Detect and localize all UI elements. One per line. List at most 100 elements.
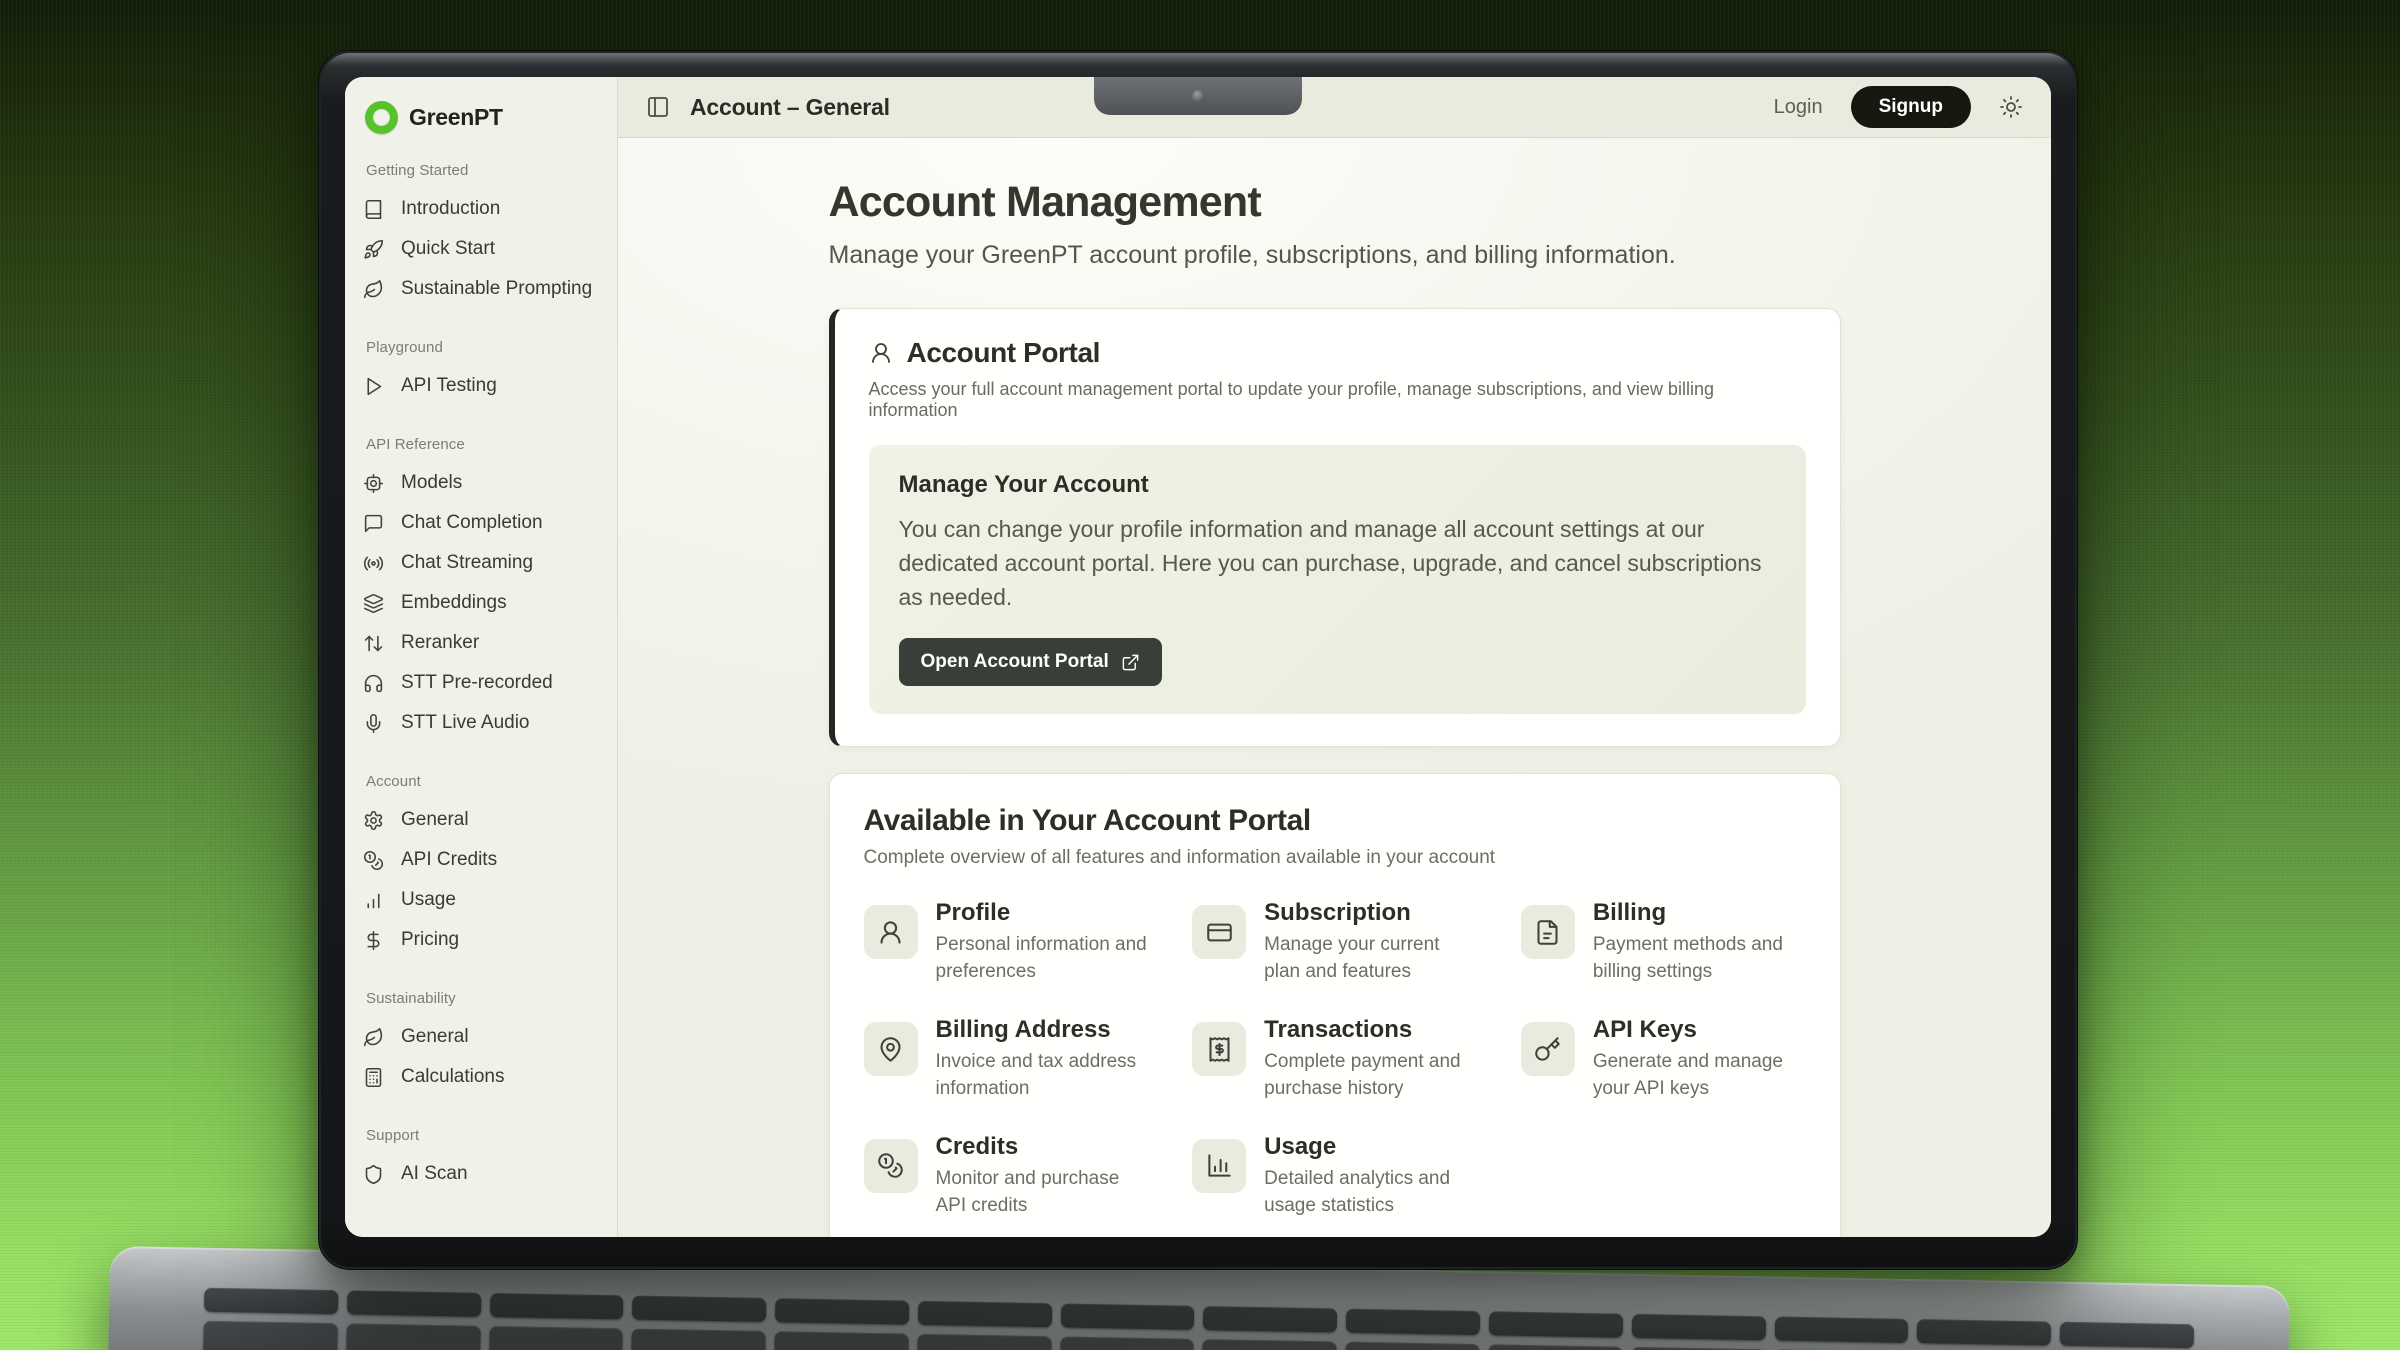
shield-icon <box>363 1164 384 1185</box>
sidebar-item-label: Introduction <box>401 198 500 220</box>
feature-title: Subscription <box>1264 899 1477 927</box>
keyboard-key <box>203 1321 338 1350</box>
calculator-icon <box>363 1067 384 1088</box>
headphones-icon <box>363 673 384 694</box>
sidebar-item-chat-streaming[interactable]: Chat Streaming <box>363 543 599 583</box>
sidebar-item-quick-start[interactable]: Quick Start <box>363 229 599 269</box>
feature-description: Personal information and preferences <box>936 932 1149 986</box>
sidebar-toggle-icon[interactable] <box>646 95 670 119</box>
feature-subscription: Subscription Manage your current plan and… <box>1192 899 1477 986</box>
mic-icon <box>363 713 384 734</box>
layers-icon <box>363 593 384 614</box>
sidebar-item-label: API Testing <box>401 375 497 397</box>
keyboard-key <box>1488 1344 1623 1350</box>
desktop-background: GreenPT Getting StartedIntroductionQuick… <box>0 0 2400 1350</box>
feature-billing-address: Billing Address Invoice and tax address i… <box>864 1016 1149 1103</box>
sidebar-item-label: STT Live Audio <box>401 712 530 734</box>
leaf-icon <box>363 1027 384 1048</box>
feature-description: Detailed analytics and usage statistics <box>1264 1166 1477 1220</box>
feature-title: Profile <box>936 899 1149 927</box>
keyboard-key <box>775 1298 909 1324</box>
sidebar-item-label: Reranker <box>401 632 479 654</box>
sidebar-item-chat-completion[interactable]: Chat Completion <box>363 503 599 543</box>
laptop-mockup: GreenPT Getting StartedIntroductionQuick… <box>0 0 2400 1350</box>
sidebar-item-label: API Credits <box>401 849 497 871</box>
sidebar-item-stt-pre-recorded[interactable]: STT Pre-recorded <box>363 663 599 703</box>
keyboard-key <box>490 1293 624 1319</box>
play-icon <box>363 376 384 397</box>
sidebar-item-api-credits[interactable]: API Credits <box>363 840 599 880</box>
keyboard-key <box>1203 1306 1337 1332</box>
content-area: Account Management Manage your GreenPT a… <box>618 138 2051 1237</box>
sidebar-item-api-testing[interactable]: API Testing <box>363 366 599 406</box>
sidebar-item-label: STT Pre-recorded <box>401 672 553 694</box>
book-icon <box>363 199 384 220</box>
open-account-portal-button[interactable]: Open Account Portal <box>899 638 1162 686</box>
keyboard-key <box>1346 1309 1480 1335</box>
sidebar-section-label: Account <box>366 773 599 790</box>
sidebar-item-stt-live-audio[interactable]: STT Live Audio <box>363 703 599 743</box>
sidebar-item-models[interactable]: Models <box>363 463 599 503</box>
feature-description: Manage your current plan and features <box>1264 932 1477 986</box>
keyboard-key <box>632 1296 766 1322</box>
signup-button[interactable]: Signup <box>1851 86 1971 128</box>
sidebar-section-sustainability: SustainabilityGeneralCalculations <box>363 990 599 1097</box>
feature-title: Billing Address <box>936 1016 1149 1044</box>
page-title: Account – General <box>690 94 890 121</box>
sidebar-item-calculations[interactable]: Calculations <box>363 1057 599 1097</box>
sidebar-item-sustainable-prompting[interactable]: Sustainable Prompting <box>363 269 599 309</box>
keyboard-key <box>774 1331 909 1350</box>
sidebar-item-label: Pricing <box>401 929 459 951</box>
sidebar-item-label: Sustainable Prompting <box>401 278 592 300</box>
keyboard-key <box>917 1334 1052 1350</box>
sidebar-item-label: Chat Streaming <box>401 552 533 574</box>
manage-account-body: You can change your profile information … <box>899 512 1776 614</box>
sidebar-item-reranker[interactable]: Reranker <box>363 623 599 663</box>
theme-toggle-icon[interactable] <box>1999 95 2023 119</box>
key-icon <box>1521 1022 1575 1076</box>
brand[interactable]: GreenPT <box>365 101 599 134</box>
receipt-icon <box>1192 1022 1246 1076</box>
keyboard-key <box>1202 1339 1337 1350</box>
feature-description: Generate and manage your API keys <box>1593 1049 1806 1103</box>
login-link[interactable]: Login <box>1774 96 1823 119</box>
laptop-keyboard <box>201 1288 2194 1350</box>
file-text-icon <box>1521 905 1575 959</box>
keyboard-key <box>1345 1342 1480 1350</box>
chat-bubble-icon <box>363 513 384 534</box>
keyboard-key <box>1489 1311 1623 1337</box>
chip-icon <box>363 473 384 494</box>
coins-icon <box>363 850 384 871</box>
keyboard-key <box>1917 1319 2051 1345</box>
features-card-subtitle: Complete overview of all features and in… <box>864 847 1806 869</box>
keyboard-key <box>631 1329 766 1350</box>
sidebar-section-label: API Reference <box>366 436 599 453</box>
page-heading: Account Management <box>829 178 1841 227</box>
sidebar: GreenPT Getting StartedIntroductionQuick… <box>345 77 618 1237</box>
manage-account-title: Manage Your Account <box>899 471 1776 499</box>
sidebar-item-usage[interactable]: Usage <box>363 880 599 920</box>
feature-description: Complete payment and purchase history <box>1264 1049 1477 1103</box>
sidebar-item-label: AI Scan <box>401 1163 468 1185</box>
sidebar-item-pricing[interactable]: Pricing <box>363 920 599 960</box>
greenpt-logo-icon <box>365 101 398 134</box>
features-card-title: Available in Your Account Portal <box>864 804 1806 838</box>
keyboard-key <box>347 1290 481 1316</box>
sidebar-item-general[interactable]: General <box>363 800 599 840</box>
sidebar-item-general[interactable]: General <box>363 1017 599 1057</box>
sidebar-item-embeddings[interactable]: Embeddings <box>363 583 599 623</box>
sidebar-item-ai-scan[interactable]: AI Scan <box>363 1154 599 1194</box>
leaf-icon <box>363 279 384 300</box>
feature-api-keys: API KeysGenerate and manage your API key… <box>1521 1016 1806 1103</box>
sidebar-item-label: General <box>401 809 469 831</box>
feature-profile: Profile Personal information and preferen… <box>864 899 1149 986</box>
feature-billing: BillingPayment methods and billing setti… <box>1521 899 1806 986</box>
sidebar-item-introduction[interactable]: Introduction <box>363 189 599 229</box>
sidebar-section-support: SupportAI Scan <box>363 1127 599 1194</box>
keyboard-key <box>1060 1336 1195 1350</box>
sidebar-item-label: General <box>401 1026 469 1048</box>
feature-title: Billing <box>1593 899 1806 927</box>
feature-description: Invoice and tax address information <box>936 1049 1149 1103</box>
account-portal-card: Account Portal Access your full account … <box>829 308 1841 747</box>
arrow-up-down-icon <box>363 633 384 654</box>
